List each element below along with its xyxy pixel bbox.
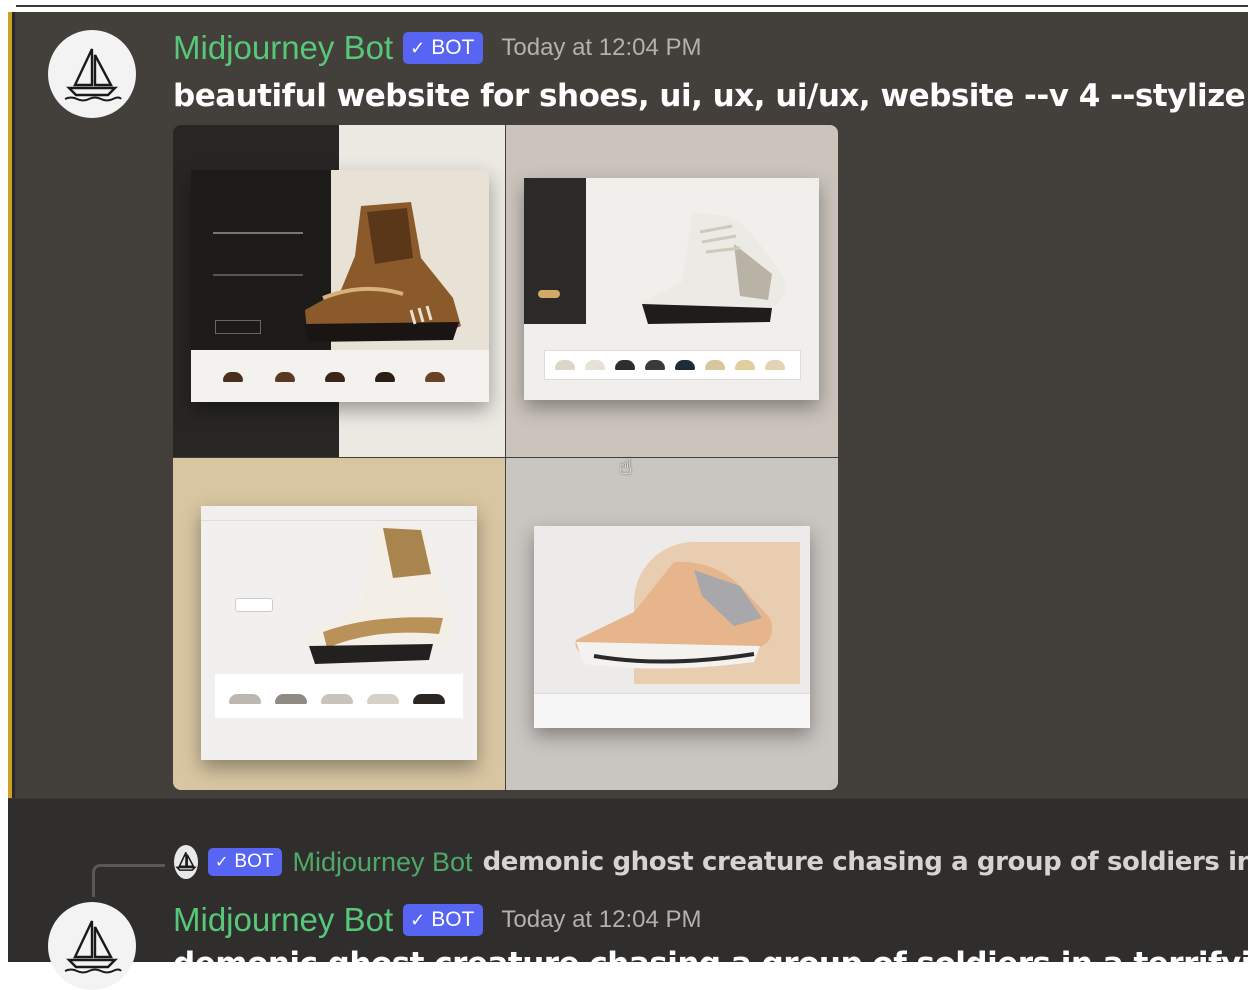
- timestamp[interactable]: Today at 12:04 PM: [501, 34, 701, 62]
- running-shoe-image: [575, 561, 773, 669]
- grid-image-3[interactable]: [173, 458, 505, 790]
- high-top-sneaker-image: [307, 524, 454, 664]
- reply-avatar: [174, 845, 198, 879]
- bot-badge: ✓ BOT: [403, 32, 484, 64]
- sailboat-logo-icon: [64, 920, 122, 974]
- verified-check-icon: ✓: [215, 854, 229, 871]
- username[interactable]: Midjourney Bot: [173, 29, 393, 67]
- verified-check-icon: ✓: [410, 37, 426, 58]
- reply-username[interactable]: Midjourney Bot: [292, 847, 472, 878]
- website-mockup: [534, 526, 810, 728]
- message-header: Midjourney Bot ✓ BOT Today at 12:04 PM: [173, 900, 702, 940]
- boot-image: [305, 202, 461, 342]
- message-header: Midjourney Bot ✓ BOT Today at 12:04 PM: [173, 28, 702, 68]
- hand-cursor-icon: ☝: [619, 455, 633, 480]
- bot-badge-label: BOT: [431, 36, 475, 59]
- timestamp[interactable]: Today at 12:04 PM: [501, 906, 701, 934]
- website-mockup: [191, 170, 489, 402]
- bot-avatar[interactable]: [48, 30, 136, 118]
- grid-image-2[interactable]: [506, 125, 838, 457]
- sailboat-logo-icon: [175, 851, 197, 871]
- message-content: demonic ghost creature chasing a group o…: [173, 946, 1248, 982]
- message-1[interactable]: Midjourney Bot ✓ BOT Today at 12:04 PM b…: [8, 12, 1248, 798]
- sailboat-logo-icon: [64, 48, 122, 102]
- top-divider: [0, 0, 1248, 12]
- reply-reference[interactable]: ✓ BOT Midjourney Bot demonic ghost creat…: [174, 844, 1248, 880]
- sneaker-image: [641, 213, 786, 324]
- bot-badge: ✓ BOT: [403, 904, 484, 936]
- image-grid-attachment[interactable]: ☝: [173, 125, 838, 790]
- username[interactable]: Midjourney Bot: [173, 901, 393, 939]
- bot-avatar[interactable]: [48, 902, 136, 990]
- website-mockup: [201, 506, 477, 760]
- reply-preview-text[interactable]: demonic ghost creature chasing a group o…: [483, 847, 1248, 877]
- bot-badge: ✓ BOT: [208, 848, 283, 876]
- message-separator: [8, 798, 1248, 799]
- message-content: beautiful website for shoes, ui, ux, ui/…: [173, 78, 1248, 114]
- grid-image-4[interactable]: [506, 458, 838, 790]
- verified-check-icon: ✓: [410, 909, 426, 930]
- bot-badge-label: BOT: [431, 908, 475, 931]
- bot-badge-label: BOT: [234, 851, 274, 872]
- reply-connector: [92, 864, 165, 897]
- grid-image-1[interactable]: [173, 125, 505, 457]
- highlight-shadow: [12, 12, 15, 798]
- website-mockup: [524, 178, 819, 400]
- message-2[interactable]: ✓ BOT Midjourney Bot demonic ghost creat…: [8, 798, 1248, 990]
